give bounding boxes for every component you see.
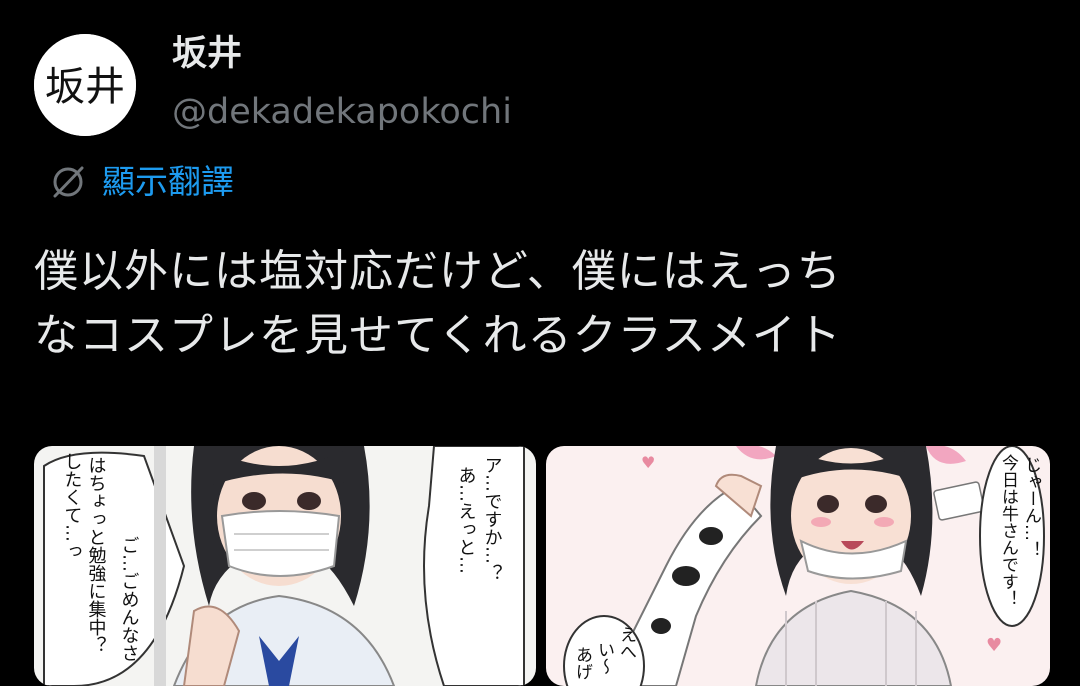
svg-text:♥: ♥	[641, 453, 655, 472]
show-translation-link[interactable]: 顯示翻譯	[46, 158, 234, 206]
bubble-text-2: 今日は牛さんです！	[998, 454, 1019, 607]
bubble-text-2: あ…えっと…	[456, 466, 477, 574]
tweet-text: 僕以外には塩対応だけど、僕にはえっち なコスプレを見せてくれるクラスメイト	[34, 240, 1054, 368]
bubble-text-5: ご…ごめんなさ	[119, 536, 140, 662]
svg-text:♥: ♥	[986, 635, 1002, 656]
avatar-calligraphy: 坂井	[45, 64, 125, 110]
avatar[interactable]: 坂井	[34, 34, 136, 136]
globe-slash-icon	[53, 166, 84, 198]
bubble-text-4: したくて…っ	[62, 452, 83, 560]
show-translation-label: 顯示翻譯	[102, 162, 234, 201]
tweet-text-line-1: 僕以外には塩対応だけど、僕にはえっち	[34, 246, 842, 297]
author-handle[interactable]: @dekadekapokochi	[172, 88, 512, 136]
author-display-name[interactable]: 坂井	[172, 30, 242, 78]
bubble-text-3: えへ	[616, 626, 636, 660]
manga-illustration-masked-girl: ア…ですか…？ あ…えっと… はちょっと勉強に集中？ したくて…っ ご…ごめんな…	[34, 446, 536, 686]
tweet-text-line-2: なコスプレを見せてくれるクラスメイト	[34, 310, 842, 361]
avatar-image: 坂井	[34, 34, 136, 136]
bubble-text-5: あげ	[572, 646, 592, 680]
bubble-text-4: い～	[594, 641, 614, 675]
bubble-text-3: はちょっと勉強に集中？	[86, 456, 107, 654]
manga-illustration-cow-cosplay: ♥ ♥ じゃーん…！ 今日は牛さんです！ えへ い～ あげ	[546, 446, 1050, 686]
tweet-image-1[interactable]: ア…ですか…？ あ…えっと… はちょっと勉強に集中？ したくて…っ ご…ごめんな…	[34, 446, 536, 686]
bubble-text-1: ア…ですか…？	[482, 456, 503, 582]
bubble-text-1: じゃーん…！	[1021, 456, 1041, 558]
tweet-image-2[interactable]: ♥ ♥ じゃーん…！ 今日は牛さんです！ えへ い～ あげ	[546, 446, 1050, 686]
